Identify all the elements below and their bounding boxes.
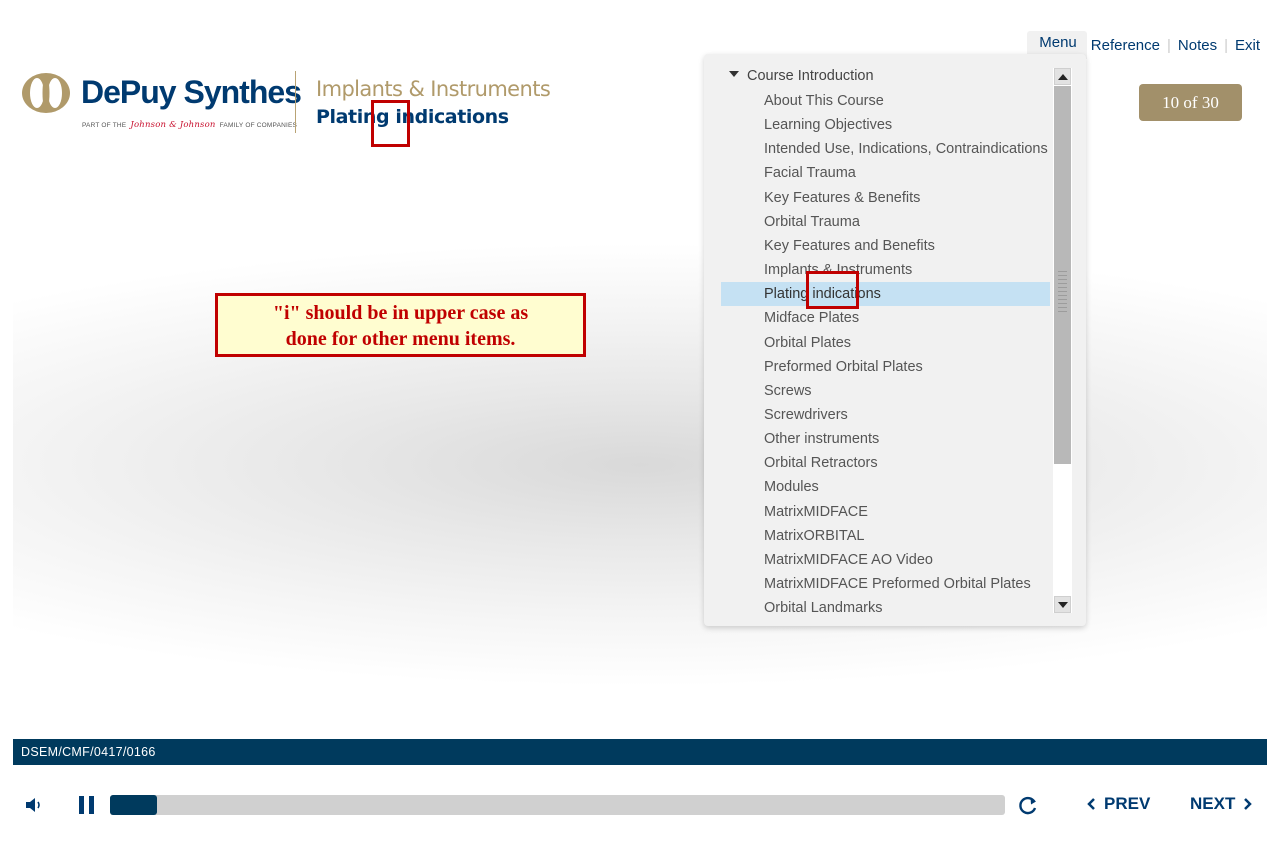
- course-title: Implants & Instruments: [316, 77, 551, 101]
- menu-item[interactable]: Facial Trauma: [721, 161, 1050, 185]
- annotation-note-line2: done for other menu items.: [285, 328, 516, 350]
- menu-list: Course Introduction About This Course Lea…: [704, 54, 1054, 626]
- menu-scrollbar[interactable]: [1053, 68, 1072, 613]
- menu-item[interactable]: Modules: [721, 475, 1050, 499]
- volume-icon[interactable]: [24, 795, 44, 815]
- progress-bar[interactable]: [110, 795, 1005, 815]
- menu-item[interactable]: Implants & Instruments: [721, 258, 1050, 282]
- menu-item[interactable]: MatrixMIDFACE Preformed Orbital Plates: [721, 572, 1050, 596]
- menu-annotation-box: [806, 271, 859, 309]
- menu-item[interactable]: Key Features & Benefits: [721, 186, 1050, 210]
- menu-section-label: Course Introduction: [747, 68, 874, 84]
- menu-item[interactable]: MatrixORBITAL: [721, 524, 1050, 548]
- subline-suffix: FAMILY OF COMPANIES: [219, 122, 298, 129]
- page-counter: 10 of 30: [1139, 84, 1242, 121]
- prev-button[interactable]: PREV: [1086, 794, 1150, 814]
- header-divider: [295, 71, 296, 133]
- menu-item[interactable]: Screws: [721, 379, 1050, 403]
- menu-section-course-introduction[interactable]: Course Introduction: [729, 68, 874, 84]
- menu-item[interactable]: Key Features and Benefits: [721, 234, 1050, 258]
- player-controls: PREV NEXT: [0, 785, 1280, 825]
- slide-title: Plating indications: [316, 106, 509, 128]
- document-code: DSEM/CMF/0417/0166: [21, 745, 156, 759]
- prev-label: PREV: [1104, 794, 1151, 813]
- arrow-down-icon: [1058, 602, 1068, 608]
- nav-separator: |: [1166, 36, 1171, 54]
- menu-item[interactable]: Orbital Landmarks: [721, 596, 1050, 620]
- menu-item[interactable]: Plating indications: [721, 282, 1050, 307]
- annotation-note: "i" should be in upper case as done for …: [215, 293, 586, 357]
- menu-item[interactable]: Other instruments: [721, 427, 1050, 451]
- annotation-note-line1: "i" should be in upper case as: [272, 302, 529, 324]
- footer-bar: DSEM/CMF/0417/0166: [13, 739, 1267, 765]
- next-button[interactable]: NEXT: [1190, 794, 1253, 814]
- arrow-up-icon: [1058, 74, 1068, 80]
- menu-item[interactable]: Screwdrivers: [721, 403, 1050, 427]
- menu-item[interactable]: Orbital Plates: [721, 331, 1050, 355]
- jj-wordmark: Johnson & Johnson: [130, 120, 216, 130]
- menu-panel: Course Introduction About This Course Lea…: [704, 54, 1086, 626]
- title-annotation-box: [371, 100, 410, 147]
- menu-item[interactable]: Intended Use, Indications, Contraindicat…: [721, 137, 1050, 161]
- progress-fill: [110, 795, 158, 815]
- depuy-synthes-logo: DePuy Synthes PART OF THE Johnson & John…: [20, 70, 302, 134]
- pause-icon[interactable]: [78, 795, 96, 815]
- scroll-down-button[interactable]: [1054, 596, 1071, 613]
- reference-link[interactable]: Reference: [1091, 34, 1160, 57]
- scroll-thumb[interactable]: [1054, 86, 1071, 464]
- menu-item[interactable]: MatrixMIDFACE AO Video: [721, 548, 1050, 572]
- replay-icon[interactable]: [1017, 794, 1039, 816]
- notes-link[interactable]: Notes: [1178, 34, 1217, 57]
- logo-mark-icon: [22, 73, 70, 113]
- caret-down-icon: [729, 71, 739, 78]
- menu-item[interactable]: Midface Plates: [721, 306, 1050, 330]
- menu-item[interactable]: About This Course: [721, 89, 1050, 113]
- exit-link[interactable]: Exit: [1235, 34, 1260, 57]
- menu-item[interactable]: Learning Objectives: [721, 113, 1050, 137]
- menu-item[interactable]: MatrixMIDFACE: [721, 500, 1050, 524]
- brand-name: DePuy Synthes: [81, 74, 302, 110]
- brand-subline: PART OF THE Johnson & Johnson FAMILY OF …: [82, 120, 297, 130]
- next-label: NEXT: [1190, 794, 1236, 813]
- chevron-left-icon: [1087, 798, 1095, 810]
- nav-separator: |: [1224, 36, 1228, 54]
- menu-item[interactable]: Preformed Orbital Plates: [721, 355, 1050, 379]
- menu-item[interactable]: Orbital Trauma: [721, 210, 1050, 234]
- menu-item[interactable]: Orbital Retractors: [721, 451, 1050, 475]
- subline-prefix: PART OF THE: [82, 122, 127, 129]
- chevron-right-icon: [1244, 798, 1253, 810]
- scroll-grip: [1058, 268, 1067, 312]
- scroll-up-button[interactable]: [1054, 68, 1071, 85]
